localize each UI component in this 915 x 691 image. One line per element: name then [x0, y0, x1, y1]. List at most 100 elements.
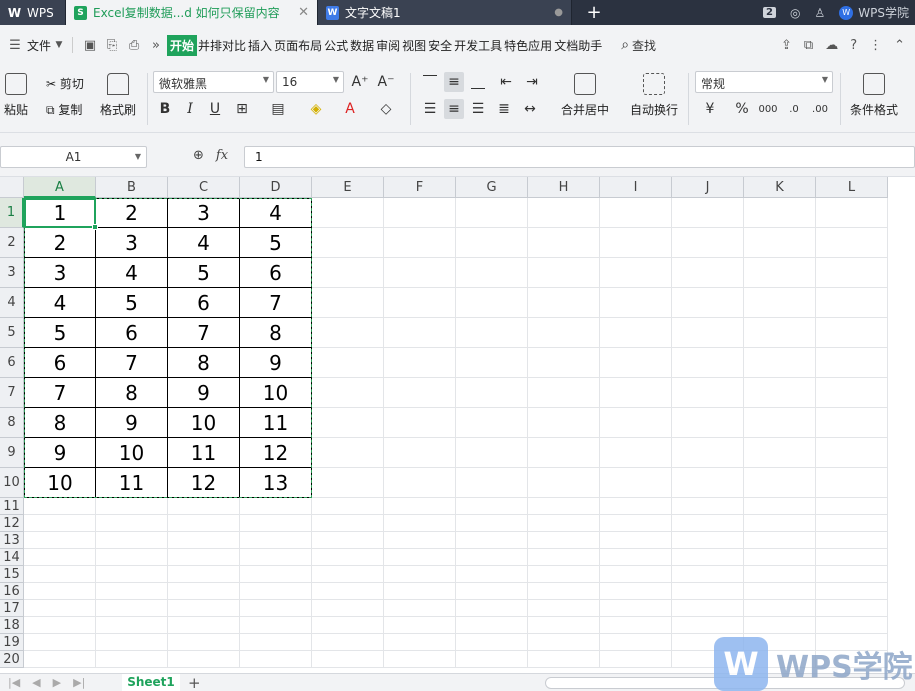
spreadsheet-grid[interactable]: A B C D E F G H I J K L 1 2 3 4 5 6 7 8 9 10 11 12 13 14 15 16 17 18 1… — [0, 177, 915, 673]
table-cell[interactable]: 12 — [240, 438, 312, 468]
hamburger-menu-icon[interactable]: ☰ — [4, 38, 26, 53]
column-header[interactable]: B — [96, 177, 168, 198]
zoom-lookup-icon[interactable]: ⊕ — [193, 148, 204, 163]
collapse-ribbon-icon[interactable]: ⌃ — [894, 38, 905, 53]
column-header[interactable]: A — [24, 177, 96, 198]
row-header[interactable]: 8 — [0, 408, 24, 438]
conditional-format-button[interactable]: 条件格式 — [850, 73, 898, 118]
menu-developer[interactable]: 开发工具 — [453, 37, 503, 54]
table-cell[interactable]: 9 — [240, 348, 312, 378]
table-cell[interactable]: 11 — [240, 408, 312, 438]
table-cell[interactable]: 5 — [24, 318, 96, 348]
select-all-corner[interactable] — [0, 177, 24, 198]
menu-view[interactable]: 视图 — [401, 37, 427, 54]
table-cell[interactable]: 8 — [168, 348, 240, 378]
column-header[interactable]: K — [744, 177, 816, 198]
table-cell[interactable]: 6 — [240, 258, 312, 288]
row-header[interactable]: 7 — [0, 378, 24, 408]
table-cell[interactable]: 4 — [96, 258, 168, 288]
menu-page-layout[interactable]: 页面布局 — [273, 37, 323, 54]
column-header[interactable]: D — [240, 177, 312, 198]
formula-input[interactable]: 1 — [244, 146, 915, 168]
increase-decimal-icon[interactable]: .0 — [784, 99, 804, 119]
justify-icon[interactable]: ≣ — [494, 99, 514, 119]
window-count-badge[interactable]: 2 — [763, 7, 777, 18]
row-header[interactable]: 14 — [0, 549, 24, 566]
copy-button[interactable]: ⧉ 复制 — [46, 101, 82, 118]
menu-data[interactable]: 数据 — [349, 37, 375, 54]
row-header[interactable]: 11 — [0, 498, 24, 515]
table-cell[interactable]: 9 — [96, 408, 168, 438]
last-sheet-icon[interactable]: ▶| — [73, 676, 85, 689]
align-center-icon[interactable]: ≡ — [444, 99, 464, 119]
table-cell[interactable]: 7 — [168, 318, 240, 348]
table-cell[interactable]: 7 — [24, 378, 96, 408]
table-cell[interactable]: 3 — [24, 258, 96, 288]
table-cell[interactable]: 4 — [240, 198, 312, 228]
table-cell[interactable]: 8 — [24, 408, 96, 438]
table-cell[interactable]: 4 — [24, 288, 96, 318]
row-header[interactable]: 19 — [0, 634, 24, 651]
table-cell[interactable]: 5 — [96, 288, 168, 318]
name-box[interactable]: A1 ▼ — [0, 146, 147, 168]
table-cell[interactable]: 7 — [240, 288, 312, 318]
menu-review[interactable]: 审阅 — [375, 37, 401, 54]
search-button[interactable]: ⌕ 查找 — [621, 37, 656, 54]
table-cell[interactable]: 3 — [168, 198, 240, 228]
column-header[interactable]: I — [600, 177, 672, 198]
table-cell[interactable]: 12 — [168, 468, 240, 498]
add-sheet-button[interactable]: + — [188, 674, 201, 691]
row-header[interactable]: 2 — [0, 228, 24, 258]
table-cell[interactable]: 5 — [168, 258, 240, 288]
column-header[interactable]: J — [672, 177, 744, 198]
table-cell[interactable]: 7 — [96, 348, 168, 378]
decrease-decimal-icon[interactable]: .00 — [810, 99, 830, 119]
table-cell[interactable]: 2 — [96, 198, 168, 228]
align-right-icon[interactable]: ☰ — [468, 99, 488, 119]
increase-font-icon[interactable]: A⁺ — [350, 72, 370, 92]
row-header[interactable]: 18 — [0, 617, 24, 634]
new-tab-button[interactable]: + — [572, 0, 616, 25]
prev-sheet-icon[interactable]: ◀ — [32, 676, 40, 689]
table-cell[interactable]: 9 — [168, 378, 240, 408]
row-header[interactable]: 12 — [0, 515, 24, 532]
sheet-tab-sheet1[interactable]: Sheet1 — [122, 673, 180, 691]
tab-excel-file[interactable]: S Excel复制数据...d 如何只保留内容 ✕ — [66, 0, 318, 25]
menu-doc-assistant[interactable]: 文档助手 — [553, 37, 603, 54]
menu-special[interactable]: 特色应用 — [503, 37, 553, 54]
format-painter-button[interactable]: 格式刷 — [100, 73, 136, 118]
table-cell[interactable]: 6 — [96, 318, 168, 348]
row-header[interactable]: 1 — [0, 198, 24, 228]
tab-writer-doc[interactable]: W 文字文稿1 ● — [318, 0, 572, 25]
chevron-down-icon[interactable]: ▼ — [52, 40, 66, 50]
wrap-text-button[interactable]: 自动换行 — [630, 73, 678, 118]
close-tab-icon[interactable]: ✕ — [298, 5, 309, 20]
row-header[interactable]: 10 — [0, 468, 24, 498]
table-cell[interactable]: 10 — [96, 438, 168, 468]
bold-icon[interactable]: B — [155, 99, 175, 119]
distribute-icon[interactable]: ↔ — [520, 99, 540, 119]
clear-format-icon[interactable]: ◇ — [376, 99, 396, 119]
help-icon[interactable]: ? — [850, 38, 857, 53]
column-header[interactable]: F — [384, 177, 456, 198]
tab-wps-home[interactable]: W WPS — [0, 0, 66, 25]
currency-icon[interactable]: ¥ — [700, 99, 720, 119]
comment-icon[interactable]: ⧉ — [804, 38, 813, 53]
table-cell[interactable]: 10 — [24, 468, 96, 498]
percent-icon[interactable]: % — [732, 99, 752, 119]
align-top-icon[interactable]: ⎺ — [420, 72, 440, 92]
table-cell[interactable]: 9 — [24, 438, 96, 468]
table-cell[interactable]: 11 — [168, 438, 240, 468]
more-chevron-icon[interactable]: » — [145, 38, 167, 53]
table-cell[interactable]: 13 — [240, 468, 312, 498]
menu-insert[interactable]: 插入 — [247, 37, 273, 54]
table-cell[interactable]: 10 — [240, 378, 312, 408]
insert-function-icon[interactable]: fx — [216, 148, 228, 163]
align-middle-icon[interactable]: ≡ — [444, 72, 464, 92]
row-header[interactable]: 13 — [0, 532, 24, 549]
align-left-icon[interactable]: ☰ — [420, 99, 440, 119]
align-bottom-icon[interactable]: ⎽ — [468, 72, 488, 92]
font-color-icon[interactable]: A — [340, 99, 360, 119]
fill-handle[interactable] — [92, 224, 98, 230]
save-icon[interactable]: ▣ — [79, 38, 101, 53]
